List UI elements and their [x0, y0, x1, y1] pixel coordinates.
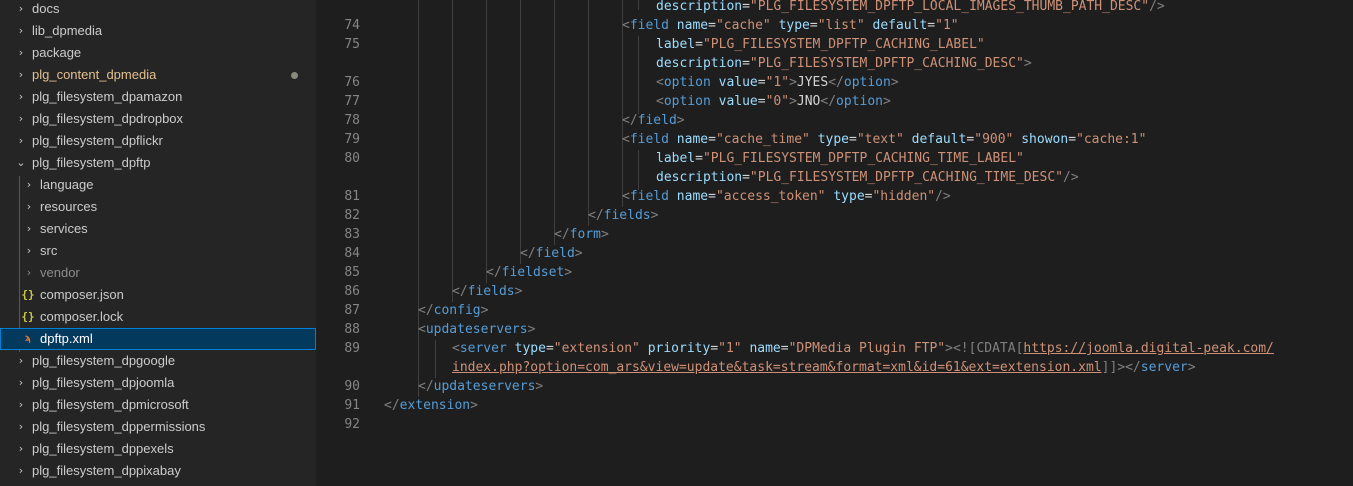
line-number: 82 [344, 208, 360, 223]
chevron-right-icon: › [18, 112, 24, 125]
line-number: 83 [344, 227, 360, 242]
chevron-right-icon: › [18, 2, 24, 15]
tree-item-composer-json[interactable]: {} composer.json [0, 284, 316, 306]
tree-item-plg-filesystem-dpftp[interactable]: ⌄ plg_filesystem_dpftp [0, 152, 316, 174]
tree-item-src[interactable]: › src [0, 240, 316, 262]
code-line: </updateservers> [418, 379, 544, 394]
code-line: <field name="cache" type="list" default=… [622, 18, 959, 33]
url-link[interactable]: https://joomla.digital-peak.com/ [1023, 341, 1273, 356]
code-line: <field name="cache_time" type="text" def… [622, 132, 1147, 147]
code-line: <server type="extension" priority="1" na… [452, 341, 1274, 356]
tree-item-plg-filesystem-dppexels[interactable]: › plg_filesystem_dppexels [0, 438, 316, 460]
chevron-right-icon: › [18, 134, 24, 147]
indent-guide [435, 340, 436, 378]
code-line: description="PLG_FILESYSTEM_DPFTP_CACHIN… [656, 170, 1079, 185]
chevron-right-icon: › [26, 200, 32, 213]
tree-item-vendor[interactable]: › vendor [0, 262, 316, 284]
indent-guide [486, 0, 487, 283]
line-number: 75 [344, 37, 360, 52]
code-line: </extension> [384, 398, 478, 413]
tree-item-docs[interactable]: › docs [0, 0, 316, 20]
tree-item-dpftp-xml[interactable]: ϡ dpftp.xml [0, 328, 316, 350]
line-number: 84 [344, 246, 360, 261]
line-number: 74 [344, 18, 360, 33]
tree-item-lib-dpmedia[interactable]: › lib_dpmedia [0, 20, 316, 42]
line-number: 78 [344, 113, 360, 128]
line-number: 81 [344, 189, 360, 204]
indent-guide [452, 0, 453, 302]
code-line: </field> [520, 246, 583, 261]
tree-item-plg-content-dpmedia[interactable]: › plg_content_dpmedia [0, 64, 316, 86]
line-number: 87 [344, 303, 360, 318]
code-line: </form> [554, 227, 609, 242]
line-number: 92 [344, 417, 360, 432]
explorer-sidebar: › docs › lib_dpmedia › package › plg_con… [0, 0, 316, 486]
tree-item-composer-lock[interactable]: {} composer.lock [0, 306, 316, 328]
line-number: 77 [344, 94, 360, 109]
tree-item-plg-filesystem-dpgoogle[interactable]: › plg_filesystem_dpgoogle [0, 350, 316, 372]
tree-item-resources[interactable]: › resources [0, 196, 316, 218]
code-line: </fields> [588, 208, 659, 223]
chevron-right-icon: › [18, 354, 24, 367]
json-file-icon: {} [21, 310, 35, 323]
line-number: 79 [344, 132, 360, 147]
indent-guide [638, 150, 639, 190]
indent-guide [638, 0, 639, 10]
tree-item-plg-filesystem-dpmicrosoft[interactable]: › plg_filesystem_dpmicrosoft [0, 394, 316, 416]
indent-guide [520, 0, 521, 264]
json-file-icon: {} [21, 288, 35, 301]
line-number: 89 [344, 341, 360, 356]
chevron-right-icon: › [18, 442, 24, 455]
indent-guide [588, 0, 589, 226]
code-line: label="PLG_FILESYSTEM_DPFTP_CACHING_LABE… [656, 37, 985, 52]
tree-item-plg-filesystem-dpflickr[interactable]: › plg_filesystem_dpflickr [0, 130, 316, 152]
line-number: 86 [344, 284, 360, 299]
chevron-right-icon: › [18, 420, 24, 433]
line-number: 91 [344, 398, 360, 413]
chevron-right-icon: › [18, 46, 24, 59]
line-number: 80 [344, 151, 360, 166]
code-line: </config> [418, 303, 489, 318]
code-line: <updateservers> [418, 322, 536, 337]
tree-item-package[interactable]: › package [0, 42, 316, 64]
line-number: 90 [344, 379, 360, 394]
line-number: 76 [344, 75, 360, 90]
tree-item-plg-filesystem-dpamazon[interactable]: › plg_filesystem_dpamazon [0, 86, 316, 108]
chevron-right-icon: › [26, 178, 32, 191]
chevron-right-icon: › [18, 24, 24, 37]
chevron-right-icon: › [18, 464, 24, 477]
code-line: <option value="1">JYES</option> [656, 75, 899, 90]
code-line: <field name="access_token" type="hidden"… [622, 189, 951, 204]
chevron-right-icon: › [26, 222, 32, 235]
indent-guide [554, 0, 555, 245]
code-line: </field> [622, 113, 685, 128]
rss-xml-file-icon: ϡ [24, 333, 32, 344]
chevron-right-icon: › [26, 244, 32, 257]
chevron-right-icon: › [18, 90, 24, 103]
code-line: </fields> [452, 284, 523, 299]
code-line: index.php?option=com_ars&view=update&tas… [452, 360, 1196, 375]
code-line: label="PLG_FILESYSTEM_DPFTP_CACHING_TIME… [656, 151, 1024, 166]
code-line: description="PLG_FILESYSTEM_DPFTP_CACHIN… [656, 56, 1032, 71]
tree-item-plg-filesystem-dpdropbox[interactable]: › plg_filesystem_dpdropbox [0, 108, 316, 130]
chevron-right-icon: › [18, 68, 24, 81]
chevron-right-icon: › [18, 398, 24, 411]
chevron-down-icon: ⌄ [16, 156, 26, 169]
line-number: 88 [344, 322, 360, 337]
tree-item-plg-filesystem-dppixabay[interactable]: › plg_filesystem_dppixabay [0, 460, 316, 482]
tree-item-plg-filesystem-dppermissions[interactable]: › plg_filesystem_dppermissions [0, 416, 316, 438]
code-editor[interactable]: 74 75 76 77 78 79 80 81 82 83 84 85 86 8… [316, 0, 1353, 486]
chevron-right-icon: › [18, 376, 24, 389]
tree-item-language[interactable]: › language [0, 174, 316, 196]
code-line: <option value="0">JNO</option> [656, 94, 891, 109]
line-number: 85 [344, 265, 360, 280]
tree-item-services[interactable]: › services [0, 218, 316, 240]
url-link[interactable]: index.php?option=com_ars&view=update&tas… [452, 360, 1102, 375]
modified-indicator-icon [291, 72, 298, 79]
indent-guide [638, 36, 639, 114]
tree-item-plg-filesystem-dpjoomla[interactable]: › plg_filesystem_dpjoomla [0, 372, 316, 394]
code-line: description="PLG_FILESYSTEM_DPFTP_LOCAL_… [656, 0, 1165, 14]
code-line: </fieldset> [486, 265, 573, 280]
chevron-right-icon: › [26, 266, 32, 279]
